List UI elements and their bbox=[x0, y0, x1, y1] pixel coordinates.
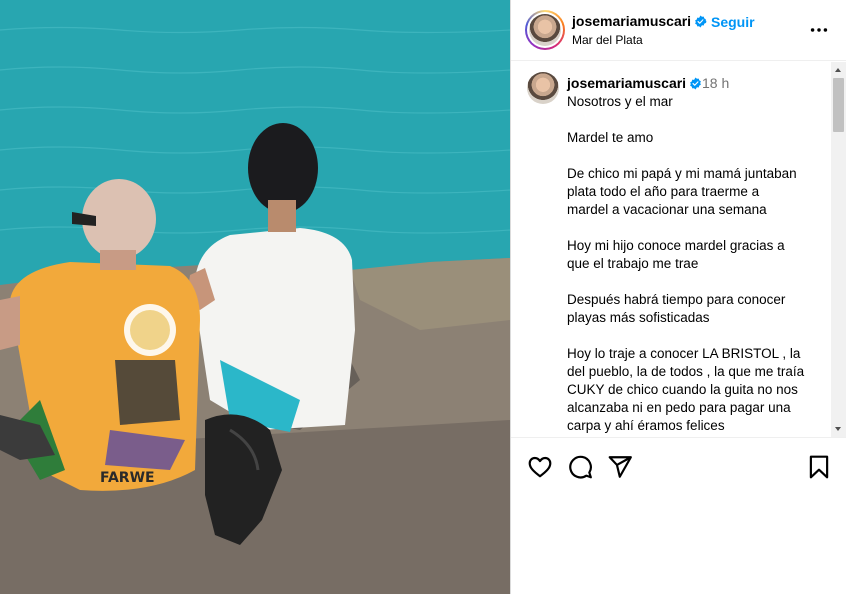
post-location[interactable]: Mar del Plata bbox=[572, 33, 643, 47]
verified-badge-icon bbox=[690, 77, 701, 90]
caption-scrollbar[interactable] bbox=[831, 62, 846, 437]
caption-line: Nosotros y el mar bbox=[567, 94, 673, 109]
post-header: josemariamuscari • Seguir Mar del Plata bbox=[511, 0, 846, 61]
caption-line bbox=[567, 219, 827, 237]
caption-line bbox=[567, 327, 827, 345]
caption-line: CUKY de chico cuando la guita no nos bbox=[567, 382, 798, 397]
scrollbar-thumb[interactable] bbox=[833, 78, 844, 132]
author-username[interactable]: josemariamuscari bbox=[572, 13, 707, 29]
caption-line bbox=[567, 147, 827, 165]
svg-text:FARWE: FARWE bbox=[100, 470, 155, 486]
caption-line: Hoy mi hijo conoce mardel gracias a bbox=[567, 238, 785, 253]
scroll-up-arrow-icon[interactable] bbox=[835, 68, 841, 72]
story-avatar[interactable] bbox=[525, 10, 565, 50]
caption-line: Después habrá tiempo para conocer bbox=[567, 292, 786, 307]
comment-icon[interactable] bbox=[567, 454, 593, 480]
caption-line: alcanzaba ni en pedo para pagar una bbox=[567, 400, 791, 415]
scroll-down-arrow-icon[interactable] bbox=[835, 427, 841, 431]
more-options-icon[interactable] bbox=[808, 19, 830, 41]
bookmark-icon[interactable] bbox=[806, 454, 832, 480]
caption-timestamp[interactable]: 18 h bbox=[702, 75, 729, 91]
follow-button[interactable]: Seguir bbox=[711, 14, 755, 30]
author-username-text[interactable]: josemariamuscari bbox=[572, 13, 691, 29]
caption-text: Nosotros y el mar Mardel te amo De chico… bbox=[567, 93, 827, 435]
post-photo-illustration: FARWE bbox=[0, 0, 510, 594]
caption-line: carpa y ahí éramos felices bbox=[567, 418, 725, 433]
caption-line: que el trabajo me trae bbox=[567, 256, 699, 271]
post-photo[interactable]: FARWE bbox=[0, 0, 510, 594]
caption-line: plata todo el año para traerme a bbox=[567, 184, 760, 199]
caption-line: De chico mi papá y mi mamá juntaban bbox=[567, 166, 797, 181]
caption-area: josemariamuscari 18 h Nosotros y el mar … bbox=[511, 62, 831, 437]
follow-separator: • bbox=[702, 13, 707, 29]
caption-line: playas más sofisticadas bbox=[567, 310, 710, 325]
caption-line: Hoy lo traje a conocer LA BRISTOL , la bbox=[567, 346, 801, 361]
caption-line: del pueblo, la de todos , la que me traí… bbox=[567, 364, 805, 379]
share-icon[interactable] bbox=[607, 454, 633, 480]
avatar bbox=[529, 14, 561, 46]
caption-line bbox=[567, 111, 827, 129]
caption-username[interactable]: josemariamuscari bbox=[567, 75, 702, 91]
heart-icon[interactable] bbox=[527, 454, 553, 480]
caption-line: Mardel te amo bbox=[567, 130, 654, 145]
caption-username-text[interactable]: josemariamuscari bbox=[567, 75, 686, 91]
caption-line: mardel a vacacionar una semana bbox=[567, 202, 767, 217]
action-bar bbox=[511, 437, 846, 497]
caption-line bbox=[567, 273, 827, 291]
caption-avatar[interactable] bbox=[527, 72, 559, 104]
